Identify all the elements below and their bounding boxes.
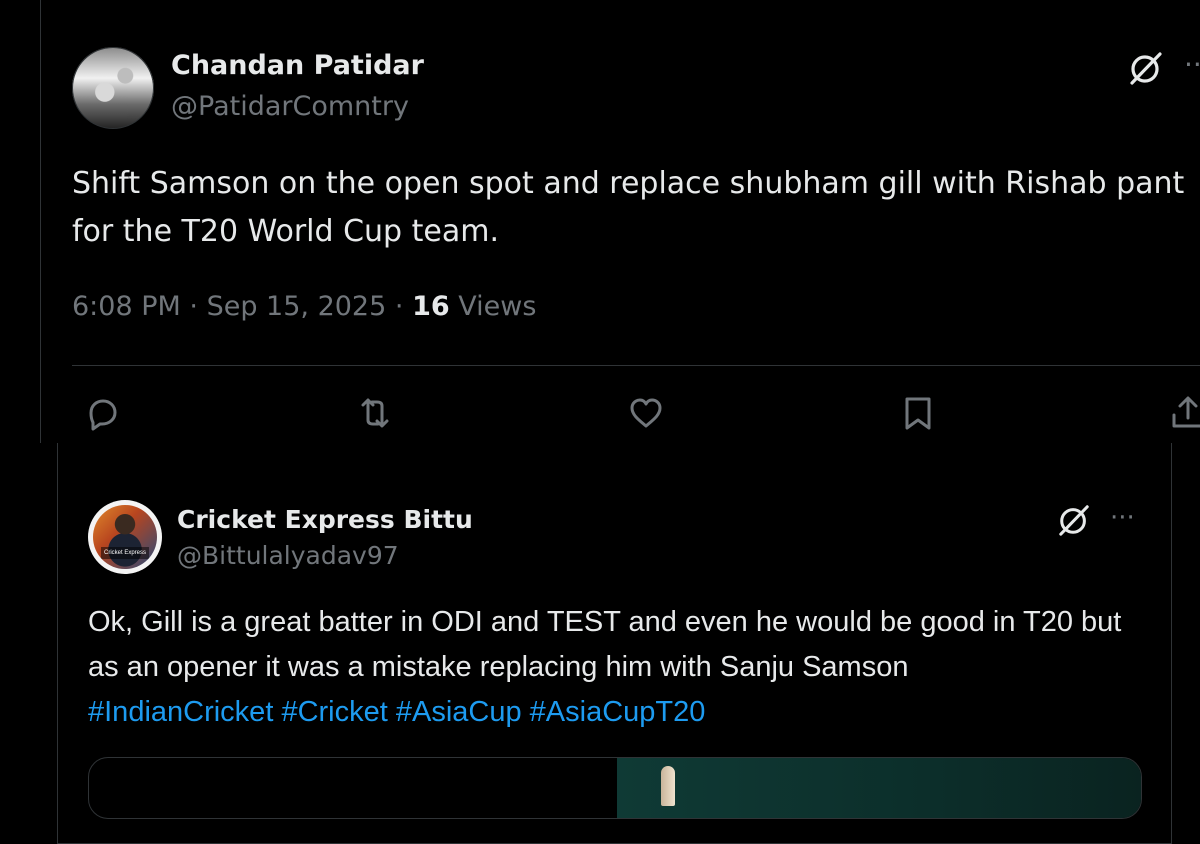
avatar[interactable]	[72, 47, 154, 129]
thread-line	[40, 0, 41, 443]
author-display-name[interactable]: Chandan Patidar	[171, 50, 424, 81]
tweet-time[interactable]: 6:08 PM	[72, 291, 181, 322]
hashtag-link[interactable]: #AsiaCupT20	[530, 696, 706, 728]
quoted-text-body: Ok, Gill is a great batter in ODI and TE…	[88, 606, 1122, 683]
tweet-date[interactable]: Sep 15, 2025	[207, 291, 387, 322]
bookmark-button[interactable]	[898, 393, 938, 433]
avatar-image: Cricket Express	[93, 505, 157, 569]
grok-icon[interactable]	[1057, 503, 1091, 537]
avatar-badge: Cricket Express	[101, 547, 149, 559]
share-icon	[1172, 396, 1200, 428]
more-options-button[interactable]: ···	[1184, 50, 1200, 80]
grok-icon[interactable]	[1128, 50, 1164, 86]
bookmark-icon	[905, 397, 931, 430]
reply-icon	[89, 399, 117, 431]
divider	[72, 365, 1200, 366]
heart-icon	[630, 398, 662, 428]
media-bat-shape	[661, 766, 675, 806]
hashtag-link[interactable]: #IndianCricket	[88, 696, 273, 728]
hashtag-link[interactable]: #AsiaCup	[396, 696, 522, 728]
meta-separator: ·	[394, 291, 404, 322]
quoted-avatar[interactable]: Cricket Express	[88, 500, 162, 574]
retweet-button[interactable]	[355, 393, 395, 433]
retweet-icon	[361, 398, 389, 428]
author-handle[interactable]: @PatidarComntry	[171, 91, 409, 122]
tweet-meta: 6:08 PM · Sep 15, 2025 · 16 Views	[72, 291, 536, 322]
hashtag-link[interactable]: #Cricket	[281, 696, 387, 728]
views-count: 16	[412, 291, 450, 322]
quoted-tweet-text: Ok, Gill is a great batter in ODI and TE…	[88, 600, 1148, 735]
meta-separator: ·	[189, 291, 198, 322]
tweet-text: Shift Samson on the open spot and replac…	[72, 166, 1185, 249]
like-button[interactable]	[626, 393, 666, 433]
reply-button[interactable]	[82, 393, 122, 433]
quoted-more-options-button[interactable]: ···	[1110, 503, 1135, 533]
quoted-media-image[interactable]	[88, 757, 1142, 819]
views-label: Views	[458, 291, 537, 322]
share-button[interactable]	[1168, 393, 1200, 433]
media-photo	[617, 758, 1141, 818]
quoted-display-name[interactable]: Cricket Express Bittu	[177, 505, 473, 534]
quoted-handle[interactable]: @Bittulalyadav97	[177, 541, 399, 570]
